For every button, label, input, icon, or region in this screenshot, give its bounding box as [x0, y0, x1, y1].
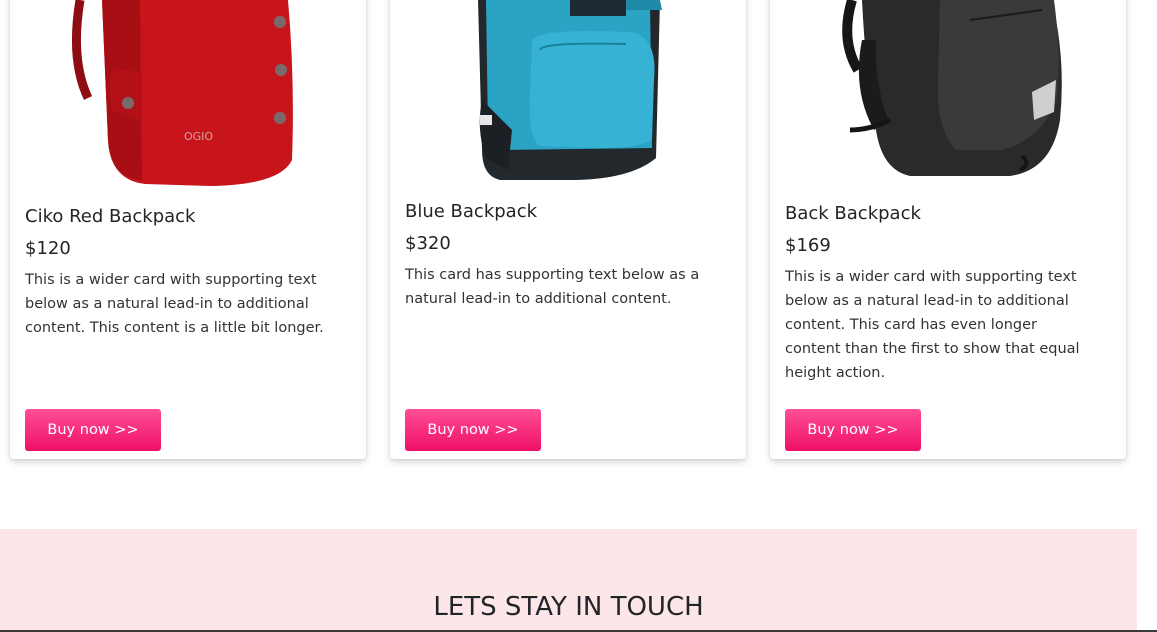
- blue-backpack-image: [390, 0, 746, 190]
- product-description: This is a wider card with supporting tex…: [785, 269, 1080, 381]
- black-backpack-image: [770, 0, 1126, 190]
- product-card-blue: Blue Backpack $320 This card has support…: [390, 0, 746, 459]
- buy-now-button[interactable]: Buy now >>: [25, 409, 161, 451]
- product-description: This is a wider card with supporting tex…: [25, 272, 324, 336]
- product-title: Ciko Red Backpack: [25, 206, 196, 227]
- svg-text:OGIO: OGIO: [184, 130, 213, 143]
- product-description: This card has supporting text below as a…: [405, 267, 700, 307]
- page: OGIO Ciko Red Backpack $120 This is a wi…: [0, 0, 1157, 632]
- product-price: $120: [25, 238, 71, 259]
- product-title: Blue Backpack: [405, 201, 538, 222]
- buy-now-button[interactable]: Buy now >>: [785, 409, 921, 451]
- product-card-black: Back Backpack $169 This is a wider card …: [770, 0, 1126, 459]
- product-price: $320: [405, 233, 451, 254]
- buy-now-button[interactable]: Buy now >>: [405, 409, 541, 451]
- product-card-ciko-red: OGIO Ciko Red Backpack $120 This is a wi…: [10, 0, 366, 459]
- product-price: $169: [785, 235, 831, 256]
- contact-section: LETS STAY IN TOUCH: [0, 529, 1137, 632]
- red-backpack-image: OGIO: [10, 0, 366, 190]
- product-title: Back Backpack: [785, 203, 921, 224]
- contact-title: LETS STAY IN TOUCH: [433, 592, 704, 622]
